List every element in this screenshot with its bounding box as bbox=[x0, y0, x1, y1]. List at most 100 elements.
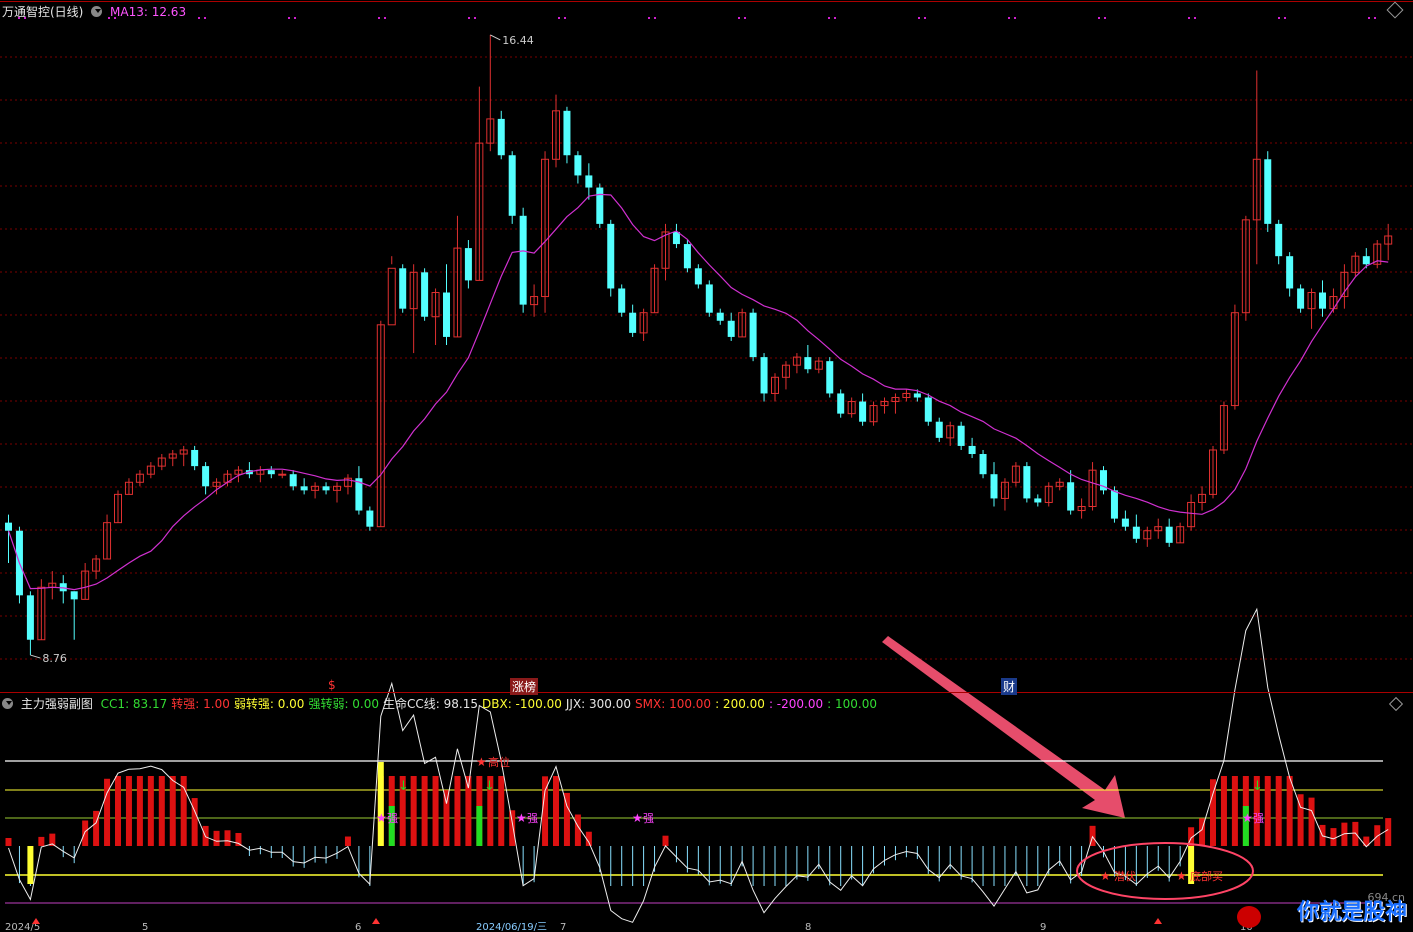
annotation-qiang: 强 bbox=[1253, 812, 1264, 825]
strength-bar bbox=[115, 776, 121, 846]
candle-body bbox=[508, 155, 516, 216]
panel-divider bbox=[0, 692, 1413, 693]
candle-body bbox=[5, 522, 12, 531]
event-tag-s[interactable]: $ bbox=[328, 678, 336, 692]
candle-body bbox=[202, 466, 210, 487]
strength-bar bbox=[563, 792, 570, 846]
strength-bar bbox=[82, 820, 89, 846]
settings-icon[interactable] bbox=[91, 6, 103, 17]
annotation-qianfu: 潜伏 bbox=[1114, 869, 1136, 883]
event-tag-zhangting[interactable]: 涨榜 bbox=[510, 678, 539, 695]
strength-bar bbox=[454, 776, 461, 846]
candle-body bbox=[191, 449, 199, 467]
ma13-label: MA13: 12.63 bbox=[110, 5, 187, 19]
candle-body bbox=[749, 312, 757, 358]
sub-indicator-value: 转强: 1.00 bbox=[171, 697, 230, 711]
candle-body bbox=[1023, 466, 1031, 499]
candle-body bbox=[421, 272, 429, 317]
strength-bar bbox=[136, 776, 143, 846]
watermark-text: 你就是股神 bbox=[1296, 900, 1407, 925]
candle-body bbox=[70, 591, 78, 600]
high-pointer bbox=[490, 34, 501, 41]
candle-body bbox=[1275, 223, 1283, 257]
strength-bar bbox=[1275, 776, 1282, 846]
strength-bar bbox=[1286, 776, 1293, 846]
sub-indicator-value: : -200.00 bbox=[768, 697, 824, 711]
candle-body bbox=[607, 223, 615, 289]
signal-bar-green bbox=[476, 806, 483, 846]
strength-bar bbox=[344, 836, 351, 846]
candle-body bbox=[1362, 256, 1370, 265]
star-marker: ★ bbox=[632, 811, 643, 825]
down-arrow-icon: ↓ bbox=[398, 779, 409, 794]
star-marker: ★ bbox=[516, 811, 527, 825]
candle-body bbox=[399, 268, 407, 309]
candle-body bbox=[1132, 526, 1140, 539]
candle-body bbox=[804, 357, 812, 370]
strength-bar bbox=[1220, 776, 1227, 846]
date-marker-icon bbox=[1154, 918, 1162, 924]
candle-body bbox=[859, 401, 867, 422]
sub-indicator-value: 强转弱: 0.00 bbox=[308, 697, 380, 711]
annotation-qiang: 强 bbox=[387, 812, 398, 825]
sub-chart-header: 主力强弱副图 CC1: 83.17 转强: 1.00 弱转强: 0.00 强转弱: 0… bbox=[2, 695, 885, 712]
candle-body bbox=[979, 454, 987, 475]
strength-bar bbox=[5, 838, 12, 846]
strength-bar bbox=[147, 776, 154, 846]
strength-bar bbox=[498, 776, 505, 846]
strength-bar bbox=[1231, 776, 1238, 846]
candle-body bbox=[1121, 518, 1129, 527]
candle-body bbox=[990, 474, 998, 499]
strength-bar bbox=[443, 790, 450, 846]
strength-bar bbox=[213, 830, 220, 846]
candle-body bbox=[683, 244, 691, 269]
date-axis-label: 6 bbox=[355, 922, 361, 932]
stock-title[interactable]: 万通智控(日线) bbox=[2, 5, 83, 19]
low-pointer bbox=[30, 654, 41, 659]
strength-bar bbox=[421, 776, 428, 846]
candle-body bbox=[629, 312, 637, 333]
candle-body bbox=[826, 361, 834, 394]
candle-body bbox=[968, 445, 976, 455]
high-price-label: 16.44 bbox=[502, 34, 534, 47]
candle-body bbox=[760, 357, 768, 394]
sub-indicator-value: SMX: 100.00 bbox=[635, 697, 712, 711]
strength-bar bbox=[1330, 828, 1337, 846]
sub-indicator-value: CC1: 83.17 bbox=[100, 697, 168, 711]
annotation-qiang: 强 bbox=[643, 812, 654, 825]
date-axis-label: 2024/06/19/三 bbox=[476, 922, 547, 932]
candle-body bbox=[672, 231, 680, 245]
event-tag-cai[interactable]: 财 bbox=[1001, 678, 1018, 695]
star-marker: ★ bbox=[476, 755, 487, 769]
strength-bar bbox=[432, 776, 439, 846]
main-chart-header: 万通智控(日线) MA13: 12.63 bbox=[2, 3, 190, 20]
candle-body bbox=[1286, 256, 1294, 289]
strength-bar bbox=[224, 830, 231, 846]
candle-body bbox=[1264, 159, 1272, 224]
sub-indicator-value: : 200.00 bbox=[715, 697, 765, 711]
date-marker-icon bbox=[32, 918, 40, 924]
candle-body bbox=[1110, 490, 1118, 519]
strength-bar bbox=[553, 776, 559, 846]
star-marker: ★ bbox=[1242, 811, 1253, 825]
candle-body bbox=[366, 510, 374, 527]
candle-body bbox=[694, 268, 702, 285]
strength-bar bbox=[1210, 779, 1216, 846]
strength-bar bbox=[662, 835, 669, 846]
candle-body bbox=[1165, 526, 1173, 543]
candle-body bbox=[387, 267, 396, 326]
date-axis-label: 5 bbox=[142, 922, 148, 932]
top-border bbox=[0, 1, 1413, 2]
strength-bar bbox=[235, 833, 242, 846]
date-axis-label: 7 bbox=[560, 922, 566, 932]
sub-settings-icon[interactable] bbox=[2, 698, 13, 709]
strength-bar bbox=[574, 814, 581, 846]
candle-body bbox=[1034, 498, 1042, 503]
sub-indicator-name[interactable]: 主力强弱副图 bbox=[21, 697, 93, 711]
annotation-qiang: 强 bbox=[527, 812, 538, 825]
candle-body bbox=[727, 320, 735, 337]
low-price-label: 8.76 bbox=[42, 652, 67, 665]
annotation-arrow bbox=[882, 636, 1125, 818]
annotation-buy: 底部买 bbox=[1190, 869, 1223, 883]
candle-body bbox=[935, 421, 943, 438]
